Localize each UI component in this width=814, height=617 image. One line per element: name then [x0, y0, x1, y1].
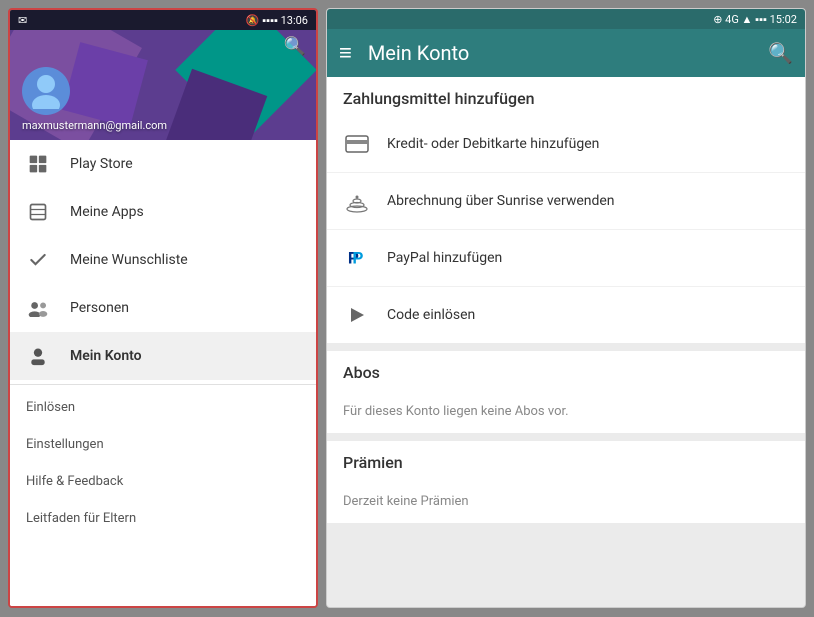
personen-icon	[26, 296, 50, 320]
svg-text:P: P	[352, 250, 363, 268]
code-play-icon	[343, 301, 371, 329]
abos-section: Abos Für dieses Konto liegen keine Abos …	[327, 351, 805, 433]
praemien-header: Prämien	[327, 441, 805, 480]
left-header: 🔍 maxmustermann@gmail.com	[10, 30, 316, 140]
paypal-text: PayPal hinzufügen	[387, 249, 502, 267]
personen-label: Personen	[70, 300, 129, 316]
credit-card-text: Kredit- oder Debitkarte hinzufügen	[387, 135, 599, 153]
payment-item-sunrise[interactable]: Abrechnung über Sunrise verwenden	[327, 173, 805, 230]
wunschliste-icon	[26, 248, 50, 272]
nav-footer-einstellungen[interactable]: Einstellungen	[10, 426, 316, 463]
payment-item-paypal[interactable]: P P PayPal hinzufügen	[327, 230, 805, 287]
toolbar-title: Mein Konto	[368, 41, 752, 65]
left-phone: ✉ 🔕 ▪▪▪▪ 13:06 🔍 maxmustermann@	[8, 8, 318, 608]
menu-icon[interactable]: ≡	[339, 40, 352, 66]
praemien-content: Derzeit keine Prämien	[327, 480, 805, 523]
right-phone: ⊕ 4G ▲ ▪▪▪ 15:02 ≡ Mein Konto 🔍 Zahlungs…	[326, 8, 806, 608]
abos-card: Abos Für dieses Konto liegen keine Abos …	[327, 351, 805, 433]
sidebar-item-personen[interactable]: Personen	[10, 284, 316, 332]
play-store-icon	[26, 152, 50, 176]
sidebar-item-mein-konto[interactable]: Mein Konto	[10, 332, 316, 380]
meine-apps-icon	[26, 200, 50, 224]
play-store-label: Play Store	[70, 156, 133, 172]
right-toolbar: ≡ Mein Konto 🔍	[327, 29, 805, 77]
payment-item-credit[interactable]: Kredit- oder Debitkarte hinzufügen	[327, 116, 805, 173]
abos-header: Abos	[327, 351, 805, 390]
meine-apps-label: Meine Apps	[70, 204, 144, 220]
paypal-icon: P P	[343, 244, 371, 272]
nav-divider	[10, 384, 316, 385]
sidebar-item-wunschliste[interactable]: Meine Wunschliste	[10, 236, 316, 284]
sunrise-text: Abrechnung über Sunrise verwenden	[387, 192, 615, 210]
payment-item-code[interactable]: Code einlösen	[327, 287, 805, 343]
abos-content: Für dieses Konto liegen keine Abos vor.	[327, 390, 805, 433]
status-right-icons: ⊕ 4G ▲ ▪▪▪ 15:02	[713, 13, 797, 26]
avatar[interactable]	[22, 67, 70, 115]
mein-konto-label: Mein Konto	[70, 348, 142, 364]
header-content: maxmustermann@gmail.com	[22, 67, 167, 132]
right-content: Zahlungsmittel hinzufügen Kredit- oder D…	[327, 77, 805, 607]
payment-section-header: Zahlungsmittel hinzufügen	[327, 77, 805, 116]
code-text: Code einlösen	[387, 306, 475, 324]
praemien-section: Prämien Derzeit keine Prämien	[327, 441, 805, 523]
status-bar-left: ✉ 🔕 ▪▪▪▪ 13:06	[10, 10, 316, 30]
status-left-right-icons: 🔕 ▪▪▪▪ 13:06	[246, 14, 308, 27]
sidebar-item-play-store[interactable]: Play Store	[10, 140, 316, 188]
status-bar-right: ⊕ 4G ▲ ▪▪▪ 15:02	[327, 9, 805, 29]
nav-list: Play Store Meine Apps	[10, 140, 316, 606]
sunrise-icon	[343, 187, 371, 215]
wunschliste-label: Meine Wunschliste	[70, 252, 188, 268]
nav-footer-hilfe[interactable]: Hilfe & Feedback	[10, 463, 316, 500]
payment-section-card: Zahlungsmittel hinzufügen Kredit- oder D…	[327, 77, 805, 343]
user-email: maxmustermann@gmail.com	[22, 119, 167, 132]
avatar-icon	[26, 69, 66, 114]
sidebar-item-meine-apps[interactable]: Meine Apps	[10, 188, 316, 236]
nav-footer-leitfaden[interactable]: Leitfaden für Eltern	[10, 500, 316, 537]
toolbar-search-icon[interactable]: 🔍	[768, 41, 793, 65]
mein-konto-icon	[26, 344, 50, 368]
praemien-card: Prämien Derzeit keine Prämien	[327, 441, 805, 523]
header-search-icon[interactable]: 🔍	[284, 36, 306, 57]
nav-footer-einloesen[interactable]: Einlösen	[10, 389, 316, 426]
status-left-mail-icon: ✉	[18, 14, 27, 27]
credit-card-icon	[343, 130, 371, 158]
